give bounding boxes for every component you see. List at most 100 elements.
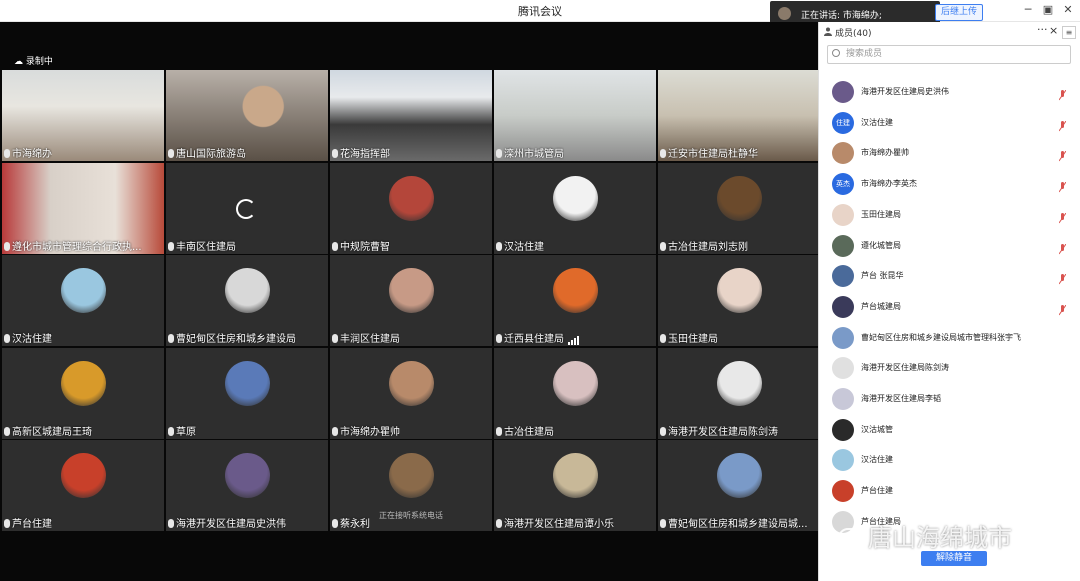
participant-avatar [61, 360, 106, 406]
video-tile[interactable]: 中规院曹智 [330, 162, 492, 254]
member-avatar [832, 265, 854, 288]
participant-avatar [225, 453, 270, 498]
speaking-text: 正在讲话: 市海绵办; [801, 11, 882, 21]
participant-name: 古冶住建局 [496, 423, 554, 438]
loading-spinner-icon [236, 198, 256, 219]
muted-mic-icon[interactable] [1058, 178, 1067, 193]
member-row[interactable]: 曹妃甸区住房和城乡建设局城市管理科张宇飞 [819, 323, 1080, 353]
muted-mic-icon[interactable] [1058, 117, 1067, 131]
participant-name: 市海绵办瞿帅 [332, 423, 400, 438]
recording-indicator: ☁ 录制中 [14, 54, 53, 67]
user-icon [824, 27, 832, 36]
video-tile[interactable]: 玉田住建局 [658, 255, 820, 346]
maximize-icon[interactable]: ▣ [1040, 3, 1056, 16]
video-tile[interactable]: 正在接听系统电话 蔡永利 [330, 440, 492, 531]
participant-name-text: 花海指挥部 [340, 149, 390, 160]
video-tile[interactable]: 唐山国际旅游岛 [166, 70, 328, 161]
participant-name-text: 迁西县住建局 [504, 334, 564, 345]
participant-name-text: 海港开发区住建局史洪伟 [176, 519, 286, 530]
participant-name: 芦台住建 [4, 515, 52, 530]
video-tile[interactable]: 遵化市城市管理综合行政执... [2, 162, 164, 254]
video-tile[interactable]: 草原 [166, 347, 328, 439]
participant-name: 中规院曹智 [332, 238, 390, 253]
video-tile[interactable]: 迁安市住建局杜静华 [658, 70, 820, 161]
panel-close-icon[interactable]: × [1049, 24, 1058, 37]
participant-avatar [225, 360, 270, 406]
video-tile[interactable]: 迁西县住建局 [494, 255, 656, 346]
participant-name: 曹妃甸区住房和城乡建设局 [168, 330, 296, 345]
video-tile[interactable]: 丰南区住建局 [166, 162, 328, 254]
mic-icon [660, 241, 666, 251]
member-row[interactable]: 遵化城管局 [819, 231, 1080, 261]
member-avatar [832, 81, 854, 103]
video-tile[interactable]: 曹妃甸区住房和城乡建设局 [166, 255, 328, 346]
mic-icon [496, 426, 502, 436]
member-row[interactable]: 海港开发区住建局陈剑涛 [819, 353, 1080, 383]
member-avatar [832, 295, 854, 318]
member-row[interactable]: 汉沽城管 [819, 415, 1080, 445]
participant-name-text: 蔡永利 [340, 519, 370, 530]
participant-name-text: 汉沽住建 [12, 334, 52, 345]
close-icon[interactable]: ✕ [1060, 3, 1076, 16]
mic-icon [660, 519, 666, 528]
video-tile[interactable]: 古冶住建局 [494, 347, 656, 439]
video-tile[interactable]: 海港开发区住建局谭小乐 [494, 440, 656, 531]
muted-mic-icon[interactable] [1058, 147, 1067, 162]
member-row[interactable]: 英杰 市海绵办李英杰 [819, 169, 1080, 199]
participant-avatar [717, 268, 762, 313]
member-row[interactable]: 芦台住建 [819, 476, 1080, 506]
member-row[interactable]: 玉田住建局 [819, 200, 1080, 230]
member-name: 汉沽住建 [861, 455, 893, 465]
video-tile[interactable]: 汉沽住建 [2, 255, 164, 346]
cloud-icon: ☁ [14, 57, 23, 67]
participant-name: 滦州市城管局 [496, 145, 564, 160]
muted-mic-icon[interactable] [1058, 240, 1067, 254]
search-input[interactable]: 搜索成员 [827, 45, 1071, 64]
participant-name-text: 高新区城建局王琦 [12, 426, 92, 438]
video-tile[interactable]: 花海指挥部 [330, 70, 492, 161]
video-tile[interactable]: 市海绵办瞿帅 [330, 347, 492, 439]
panel-title: 成员(40) [835, 29, 872, 39]
member-row[interactable]: 汉沽住建 [819, 445, 1080, 475]
member-row[interactable]: 芦台城建局 [819, 292, 1080, 322]
member-row[interactable]: 住建 汉沽住建 [819, 108, 1080, 138]
participant-name-text: 滦州市城管局 [504, 149, 564, 160]
member-avatar: 住建 [832, 111, 854, 134]
video-tile[interactable]: 汉沽住建 [494, 162, 656, 254]
menu-icon[interactable]: ≡ [1062, 26, 1076, 39]
participant-name: 玉田住建局 [660, 330, 718, 345]
video-tile[interactable]: 滦州市城管局 [494, 70, 656, 161]
video-tile[interactable]: 高新区城建局王琦 [2, 347, 164, 439]
video-tile[interactable]: 市海绵办 [2, 70, 164, 161]
member-row[interactable]: 海港开发区住建局史洪伟 [819, 77, 1080, 107]
participant-name-text: 中规院曹智 [340, 241, 390, 253]
member-row[interactable]: 市海绵办瞿帅 [819, 138, 1080, 168]
mic-icon [496, 334, 502, 343]
participant-name: 汉沽住建 [496, 238, 544, 253]
video-tile[interactable]: 丰润区住建局 [330, 255, 492, 346]
video-tile[interactable]: 芦台住建 [2, 440, 164, 531]
participant-name-text: 曹妃甸区住房和城乡建设局城... [668, 519, 808, 530]
participant-name: 蔡永利 [332, 515, 370, 530]
video-tile[interactable]: 古冶住建局刘志刚 [658, 162, 820, 254]
unmute-all-button[interactable]: 解除静音 [921, 551, 987, 566]
muted-mic-icon[interactable] [1058, 209, 1067, 224]
participant-avatar [553, 360, 598, 406]
member-row[interactable]: 芦台 张昆华 [819, 261, 1080, 291]
muted-mic-icon[interactable] [1058, 301, 1067, 316]
participant-name-text: 丰南区住建局 [176, 241, 236, 253]
video-tile[interactable]: 海港开发区住建局陈剑涛 [658, 347, 820, 439]
video-tile[interactable]: 海港开发区住建局史洪伟 [166, 440, 328, 531]
member-row[interactable]: 海港开发区住建局李韬 [819, 384, 1080, 414]
upload-button[interactable]: 后继上传 [935, 4, 983, 21]
video-tile[interactable]: 曹妃甸区住房和城乡建设局城... [658, 440, 820, 531]
member-avatar [832, 449, 854, 472]
muted-mic-icon[interactable] [1058, 270, 1067, 285]
participant-name-text: 市海绵办 [12, 149, 52, 160]
participant-avatar [225, 268, 270, 313]
more-icon[interactable]: ··· [1037, 23, 1048, 36]
member-name: 玉田住建局 [861, 209, 901, 219]
participant-name-text: 海港开发区住建局陈剑涛 [668, 426, 778, 438]
muted-mic-icon[interactable] [1058, 86, 1067, 101]
minimize-icon[interactable]: ─ [1020, 3, 1036, 16]
